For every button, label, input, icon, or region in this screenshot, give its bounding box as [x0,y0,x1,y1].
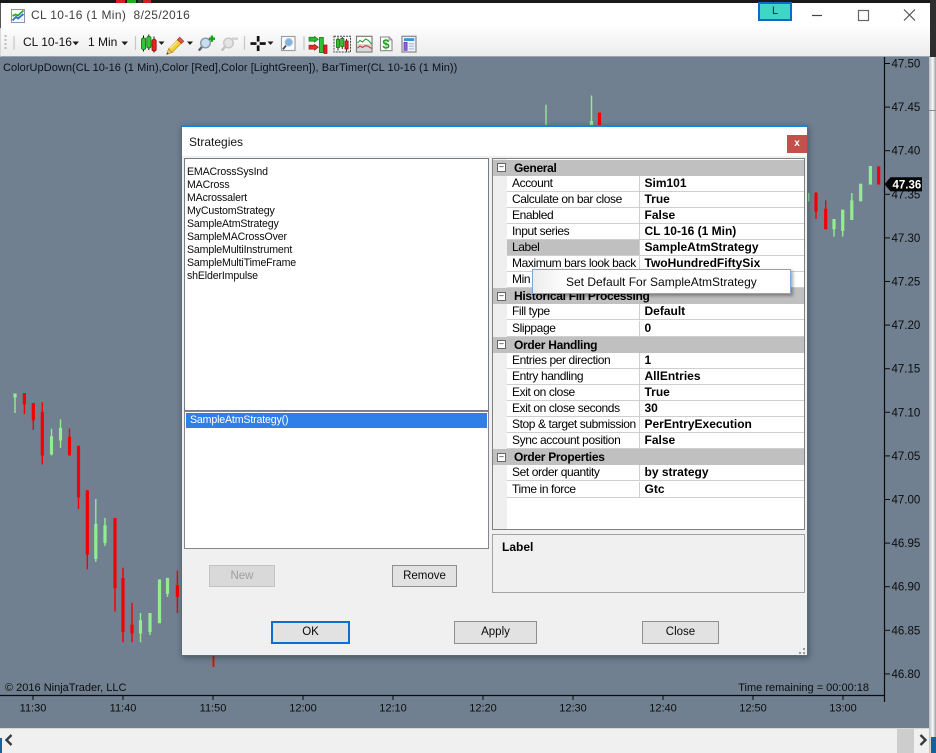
svg-text:12:20: 12:20 [469,703,497,715]
svg-text:11:30: 11:30 [20,703,47,715]
svg-text:47.20: 47.20 [892,320,921,332]
svg-text:12:00: 12:00 [289,703,317,715]
svg-text:47.10: 47.10 [892,407,921,419]
svg-text:47.50: 47.50 [892,59,921,71]
svg-text:47.05: 47.05 [892,451,921,463]
svg-text:12:10: 12:10 [379,703,407,715]
svg-text:47.30: 47.30 [892,233,921,245]
svg-text:47.40: 47.40 [892,146,921,158]
svg-text:11:40: 11:40 [110,703,137,715]
svg-text:46.85: 46.85 [892,625,921,637]
svg-text:12:50: 12:50 [739,703,767,715]
svg-text:47.15: 47.15 [892,364,921,376]
svg-text:46.90: 46.90 [892,582,921,594]
svg-text:46.80: 46.80 [892,669,921,681]
svg-text:47.45: 47.45 [892,102,921,114]
svg-text:12:40: 12:40 [649,703,677,715]
svg-text:47.25: 47.25 [892,277,921,289]
svg-text:47.36: 47.36 [893,180,922,192]
svg-text:47.00: 47.00 [892,495,921,507]
svg-text:46.95: 46.95 [892,538,921,550]
svg-text:11:50: 11:50 [200,703,227,715]
svg-text:$: $ [382,37,390,52]
svg-text:12:30: 12:30 [559,703,587,715]
svg-text:13:00: 13:00 [829,703,857,715]
